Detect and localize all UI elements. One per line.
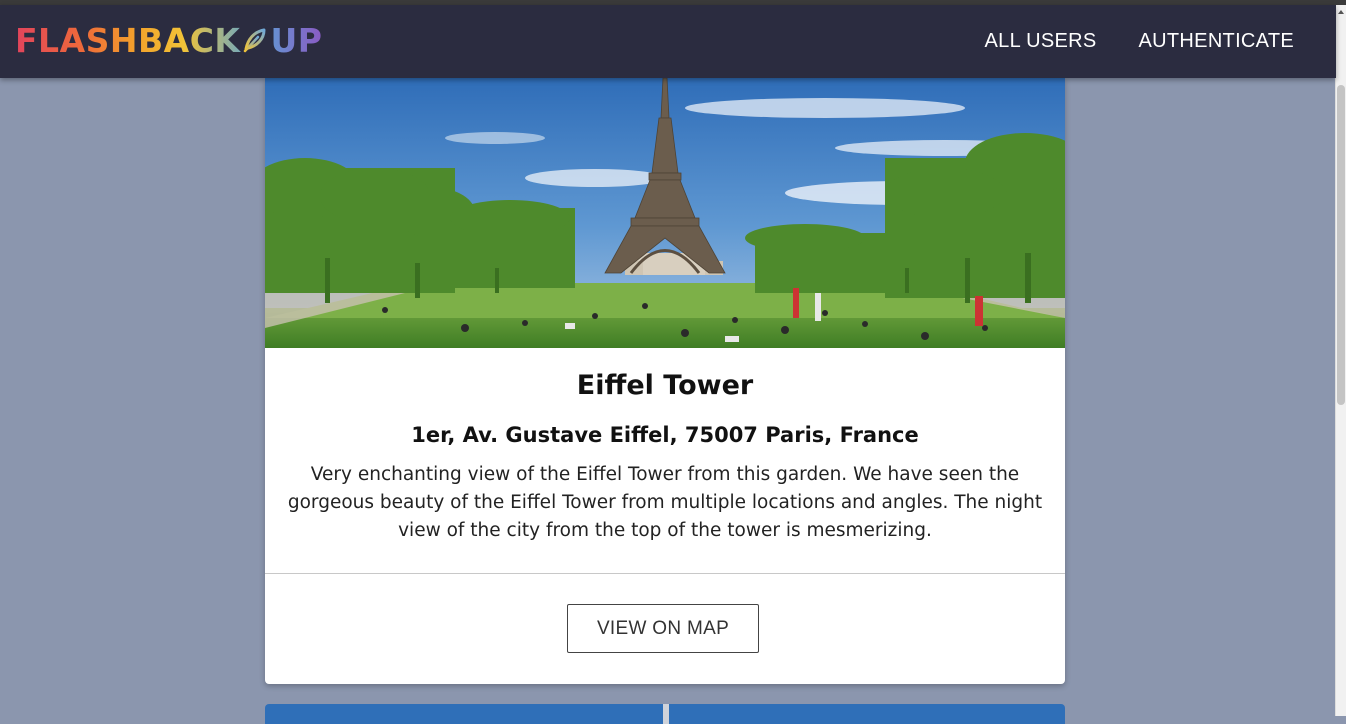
place-description: Very enchanting view of the Eiffel Tower… bbox=[287, 464, 1043, 541]
feather-icon bbox=[244, 28, 266, 53]
logo[interactable]: FLASHBACK UP bbox=[15, 20, 322, 60]
logo-text-flashback: FLASHBACK bbox=[15, 20, 241, 60]
next-place-card bbox=[265, 704, 1065, 724]
next-card-image-tower bbox=[663, 704, 669, 724]
place-address: 1er, Av. Gustave Eiffel, 75007 Paris, Fr… bbox=[411, 423, 919, 447]
nav-link-all-users[interactable]: ALL USERS bbox=[985, 30, 1097, 53]
card-divider bbox=[265, 573, 1065, 574]
eiffel-tower-photo bbox=[265, 78, 1065, 348]
nav-link-authenticate[interactable]: AUTHENTICATE bbox=[1139, 30, 1294, 53]
place-card: Eiffel Tower 1er, Av. Gustave Eiffel, 75… bbox=[265, 78, 1065, 684]
place-title: Eiffel Tower bbox=[576, 370, 754, 401]
scrollbar-thumb[interactable] bbox=[1337, 85, 1345, 405]
nav-links: ALL USERS AUTHENTICATE bbox=[985, 5, 1294, 78]
navbar: FLASHBACK UP ALL USERS AUTHENTICATE bbox=[0, 5, 1336, 78]
page-scrollbar[interactable] bbox=[1335, 5, 1346, 716]
scroll-up-arrow-icon[interactable] bbox=[1337, 7, 1345, 17]
view-on-map-button[interactable]: VIEW ON MAP bbox=[567, 604, 759, 653]
logo-text-up: UP bbox=[270, 20, 323, 60]
